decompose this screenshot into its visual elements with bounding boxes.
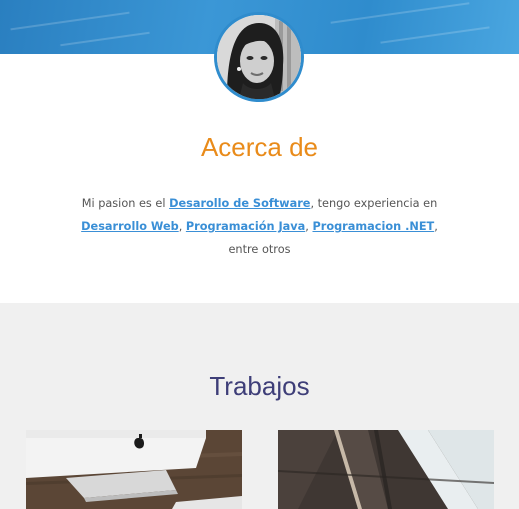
about-title: Acerca de: [200, 132, 319, 162]
about-separator: ,: [178, 220, 186, 233]
profile-photo: [217, 15, 301, 99]
work-card-imac[interactable]: [26, 430, 242, 509]
work-image-building: [278, 430, 494, 509]
profile-avatar: [214, 12, 304, 102]
link-web-development[interactable]: Desarrollo Web: [81, 220, 179, 233]
about-description: Mi pasion es el Desarollo de Software, t…: [72, 192, 447, 261]
link-software-development[interactable]: Desarollo de Software: [169, 197, 310, 210]
link-java-programming[interactable]: Programación Java: [186, 220, 305, 233]
link-net-programming[interactable]: Programacion .NET: [312, 220, 434, 233]
about-text-intro: Mi pasion es el: [81, 197, 170, 210]
works-title: Trabajos: [209, 371, 310, 401]
about-text-experience: , tengo experiencia en: [310, 197, 438, 210]
work-image-imac-desk: [26, 430, 242, 509]
work-card-building[interactable]: [278, 430, 494, 509]
